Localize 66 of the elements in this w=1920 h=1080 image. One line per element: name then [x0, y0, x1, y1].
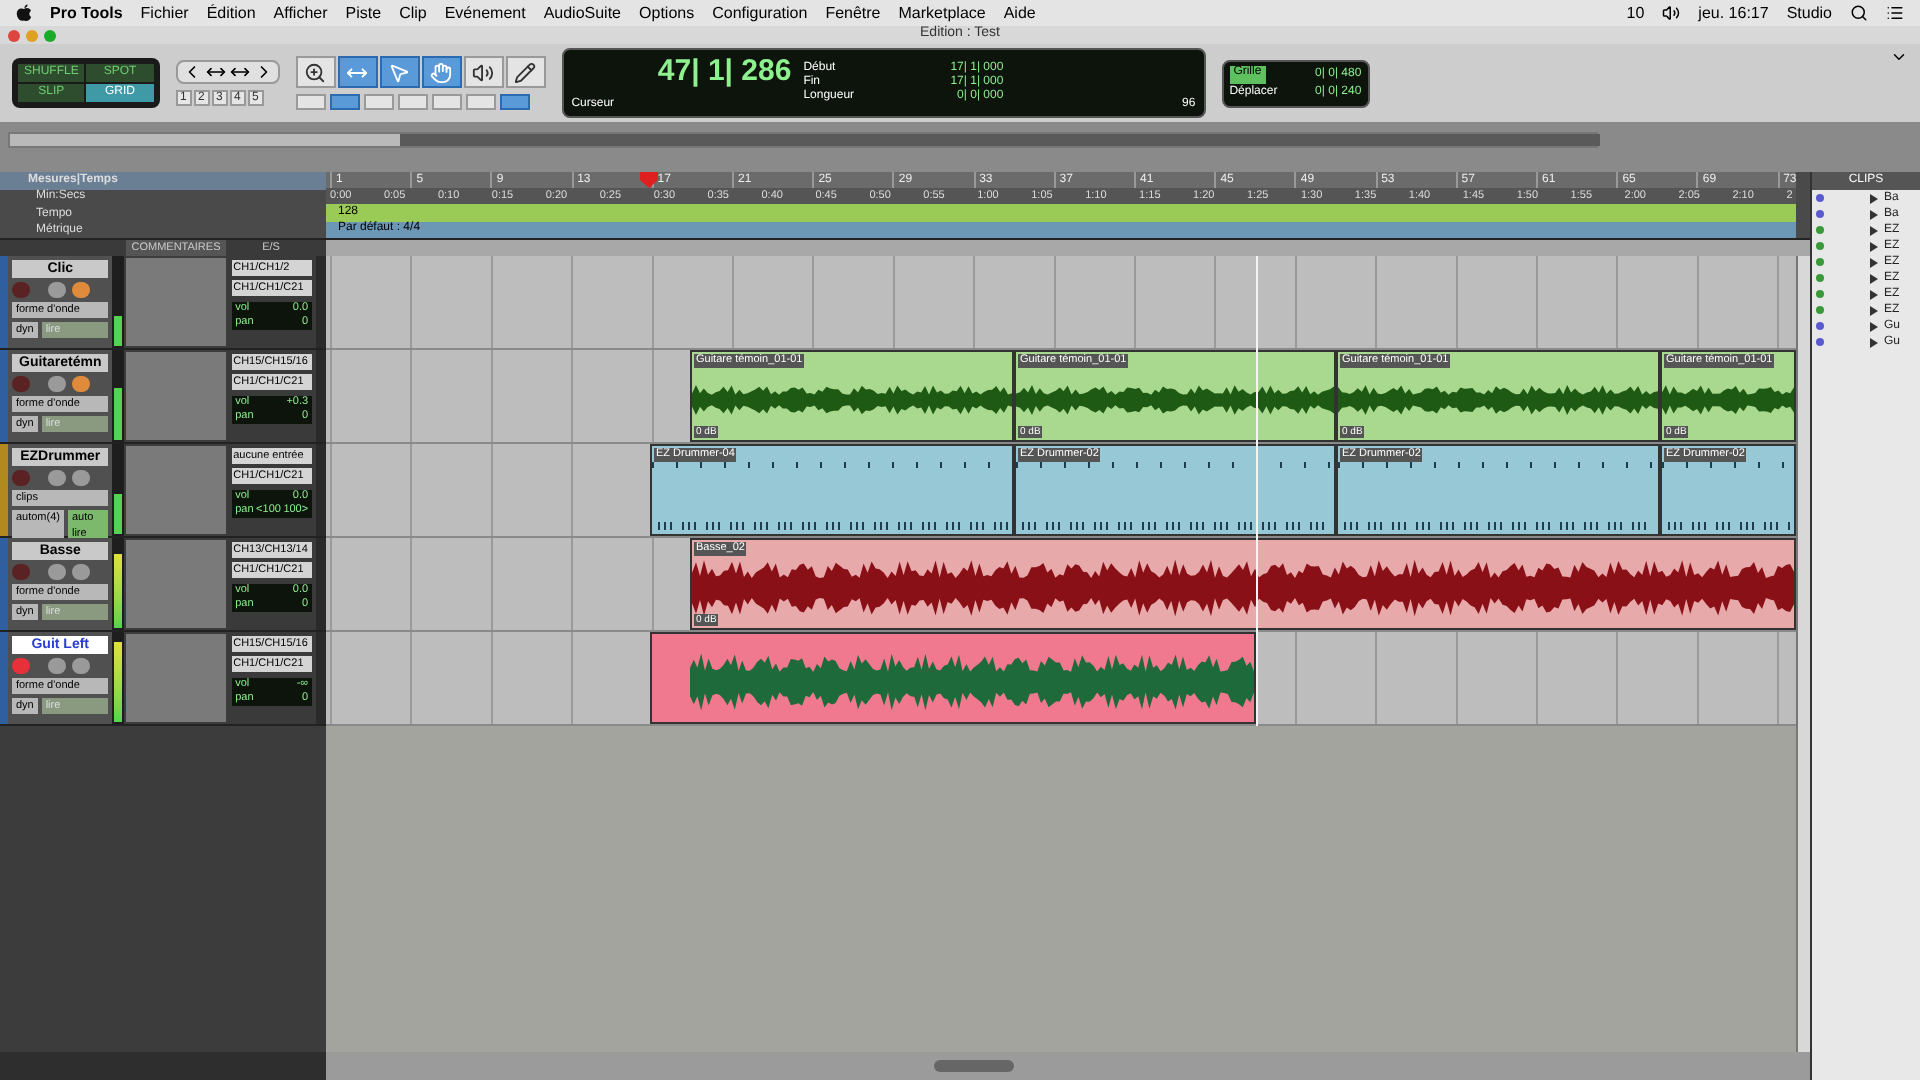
- tool-button[interactable]: [379, 56, 420, 88]
- mute-button[interactable]: [71, 376, 90, 392]
- solo-button[interactable]: [47, 658, 66, 674]
- menu-item[interactable]: Configuration: [712, 1, 808, 25]
- tool-button[interactable]: [463, 56, 504, 88]
- tool-button[interactable]: [295, 56, 336, 88]
- comments-field[interactable]: [126, 634, 226, 722]
- menu-item[interactable]: Options: [639, 1, 695, 25]
- comments-field[interactable]: [126, 352, 226, 440]
- mute-button[interactable]: [71, 564, 90, 580]
- solo-button[interactable]: [47, 376, 66, 392]
- menu-item[interactable]: Édition: [206, 1, 256, 25]
- list-icon[interactable]: [1886, 4, 1904, 22]
- record-button[interactable]: [11, 658, 30, 674]
- solo-button[interactable]: [47, 282, 66, 298]
- scroll-thumb[interactable]: [934, 1060, 1014, 1072]
- tool-button[interactable]: [421, 56, 462, 88]
- clip[interactable]: [650, 632, 1256, 724]
- app-menu[interactable]: Pro Tools: [50, 1, 123, 25]
- status-indicator[interactable]: 10: [1626, 1, 1645, 25]
- menu-item[interactable]: Clip: [399, 1, 427, 25]
- cursor-icon: [388, 61, 411, 83]
- user-menu[interactable]: Studio: [1786, 1, 1832, 25]
- horizontal-scrollbar[interactable]: [326, 1052, 1810, 1080]
- menu-item[interactable]: Evénement: [444, 1, 526, 25]
- scroll-thumb[interactable]: [400, 134, 1600, 146]
- main-counter[interactable]: 47| 1| 286: [657, 52, 792, 92]
- vertical-scrollbar[interactable]: [1796, 256, 1810, 1052]
- mute-button[interactable]: [71, 282, 90, 298]
- midi-notes-drawing: [1662, 462, 1794, 534]
- mute-button[interactable]: [71, 470, 90, 486]
- toolbar-option-button[interactable]: [363, 94, 394, 110]
- record-button[interactable]: [11, 564, 30, 580]
- speaker-icon: [472, 61, 495, 83]
- tool-button[interactable]: [505, 56, 546, 88]
- record-button[interactable]: [11, 470, 30, 486]
- menu-item[interactable]: Aide: [1003, 1, 1036, 25]
- search-icon[interactable]: [1850, 4, 1868, 22]
- zoom-icon: [304, 61, 327, 83]
- comments-field[interactable]: [126, 446, 226, 534]
- toolbar-option-button[interactable]: [397, 94, 428, 110]
- tool-button[interactable]: [337, 56, 378, 88]
- hand-icon: [430, 61, 453, 83]
- record-button[interactable]: [11, 282, 30, 298]
- apple-logo-icon[interactable]: [16, 4, 32, 22]
- comments-field[interactable]: [126, 258, 226, 346]
- menu-item[interactable]: Fichier: [140, 1, 189, 25]
- solo-button[interactable]: [47, 564, 66, 580]
- nudge-controls[interactable]: [175, 60, 280, 84]
- menu-item[interactable]: Marketplace: [898, 1, 986, 25]
- comments-field[interactable]: [126, 540, 226, 628]
- arrows-icon: [205, 62, 226, 82]
- menu-item[interactable]: AudioSuite: [543, 1, 622, 25]
- toolbar-option-button[interactable]: [431, 94, 462, 110]
- volume-icon[interactable]: [1662, 4, 1681, 22]
- menu-item[interactable]: Fenêtre: [825, 1, 881, 25]
- dropdown-icon[interactable]: [1890, 48, 1908, 66]
- universe-scrollbar[interactable]: [8, 132, 1598, 148]
- pencil-icon: [514, 61, 537, 83]
- solo-button[interactable]: [47, 470, 66, 486]
- menu-clock[interactable]: jeu. 16:17: [1698, 1, 1769, 25]
- menu-item[interactable]: Piste: [345, 1, 382, 25]
- mute-button[interactable]: [71, 658, 90, 674]
- menu-item[interactable]: Afficher: [273, 1, 328, 25]
- arrows-icon: [229, 62, 250, 82]
- record-button[interactable]: [11, 376, 30, 392]
